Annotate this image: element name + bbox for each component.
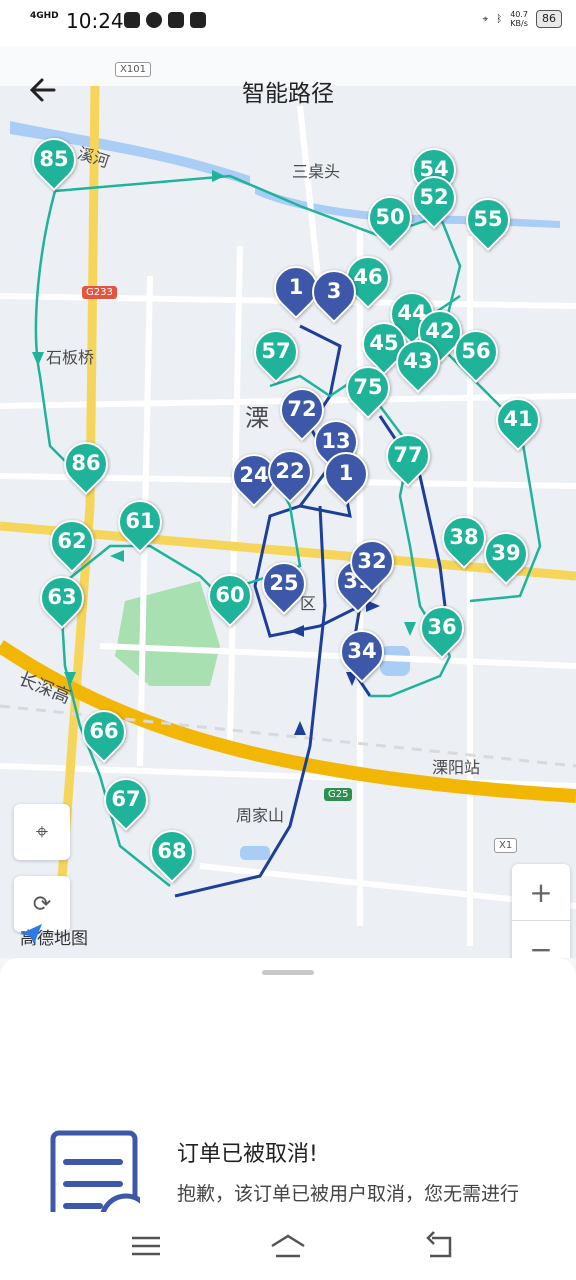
marker-number: 72 bbox=[287, 397, 317, 421]
stop-marker[interactable]: 75 bbox=[336, 356, 400, 420]
marker-number: 43 bbox=[403, 349, 433, 373]
provider-logo-icon bbox=[20, 924, 42, 944]
crosshair-icon: ⌖ bbox=[35, 819, 49, 845]
order-sheet: 订单已被取消! 抱歉，该订单已被用户取消，您无需进行配送 bbox=[0, 958, 576, 1220]
marker-number: 13 bbox=[321, 429, 351, 453]
zoom-in-button[interactable]: + bbox=[512, 864, 570, 921]
road-badge-g233: G233 bbox=[82, 286, 117, 299]
location-icon: ⌖ bbox=[482, 13, 489, 25]
bluetooth-icon: ᛒ bbox=[496, 13, 503, 25]
marker-number: 34 bbox=[347, 639, 377, 663]
battery-indicator: 86 bbox=[536, 10, 562, 28]
map-label-shibanqiao: 石板桥 bbox=[46, 348, 95, 367]
marker-number: 1 bbox=[338, 461, 354, 485]
map-label-li: 溧 bbox=[245, 404, 269, 432]
marker-number: 62 bbox=[57, 529, 87, 553]
pickup-marker[interactable]: 1 bbox=[314, 442, 378, 506]
stop-marker[interactable]: 62 bbox=[40, 510, 104, 574]
stop-marker[interactable]: 36 bbox=[410, 596, 474, 660]
marker-number: 32 bbox=[357, 549, 387, 573]
network-indicator: 4GHD bbox=[30, 11, 59, 21]
map-provider-logo: 高德地图 bbox=[20, 924, 88, 949]
road-badge-x1: X1 bbox=[494, 838, 518, 853]
play-icon bbox=[168, 12, 184, 28]
road-badge-g25: G25 bbox=[324, 788, 353, 801]
back-nav-icon[interactable] bbox=[420, 1230, 460, 1262]
marker-number: 61 bbox=[125, 509, 155, 533]
stop-marker[interactable]: 41 bbox=[486, 388, 550, 452]
pickup-marker[interactable]: 3 bbox=[302, 260, 366, 324]
locate-button[interactable]: ⌖ bbox=[14, 804, 70, 860]
marker-number: 39 bbox=[491, 541, 521, 565]
stop-marker[interactable]: 39 bbox=[474, 522, 538, 586]
marker-number: 56 bbox=[461, 339, 491, 363]
video-icon bbox=[124, 12, 140, 28]
zoom-out-button[interactable]: − bbox=[512, 921, 570, 959]
sheet-handle[interactable] bbox=[262, 970, 314, 975]
notification-icons bbox=[124, 12, 206, 28]
marker-number: 77 bbox=[393, 443, 423, 467]
marker-number: 67 bbox=[111, 787, 141, 811]
clock: 10:24 bbox=[66, 9, 124, 33]
menu-icon[interactable] bbox=[126, 1230, 166, 1262]
stop-marker[interactable]: 85 bbox=[22, 128, 86, 192]
cancelled-document-icon bbox=[50, 1130, 140, 1220]
marker-number: 3 bbox=[326, 279, 342, 303]
cancel-title: 订单已被取消! bbox=[177, 1142, 318, 1167]
stop-marker[interactable]: 77 bbox=[376, 424, 440, 488]
stop-marker[interactable]: 57 bbox=[244, 320, 308, 384]
stop-marker[interactable]: 56 bbox=[444, 320, 508, 384]
marker-number: 41 bbox=[503, 407, 533, 431]
marker-number: 22 bbox=[275, 459, 305, 483]
stop-marker[interactable]: 52 bbox=[402, 166, 466, 230]
refresh-icon: ⟳ bbox=[32, 891, 52, 917]
marker-number: 38 bbox=[449, 525, 479, 549]
marker-number: 52 bbox=[419, 185, 449, 209]
stop-marker[interactable]: 63 bbox=[30, 566, 94, 630]
zoom-control: + − bbox=[512, 864, 570, 958]
marker-number: 36 bbox=[427, 615, 457, 639]
map-label-liyang-station: 溧阳站 bbox=[432, 758, 481, 777]
stop-marker[interactable]: 60 bbox=[198, 564, 262, 628]
network-speed: 40.7 bbox=[510, 10, 528, 19]
compass-icon bbox=[146, 12, 162, 28]
stop-marker[interactable]: 55 bbox=[456, 188, 520, 252]
status-bar: 4GHD 10:24 ⌖ ᛒ 40.7 KB/s 86 bbox=[0, 0, 576, 46]
stop-marker[interactable]: 38 bbox=[432, 506, 496, 570]
system-nav-bar bbox=[0, 1212, 576, 1280]
home-icon[interactable] bbox=[268, 1230, 308, 1262]
marker-number: 57 bbox=[261, 339, 291, 363]
stop-marker[interactable]: 43 bbox=[386, 330, 450, 394]
pickup-marker[interactable]: 32 bbox=[340, 530, 404, 594]
stop-marker[interactable]: 50 bbox=[358, 186, 422, 250]
pickup-marker[interactable]: 25 bbox=[252, 552, 316, 616]
map-label-zhoujiashan: 周家山 bbox=[236, 806, 285, 825]
page-title: 智能路径 bbox=[242, 81, 334, 107]
stop-marker[interactable]: 67 bbox=[94, 768, 158, 832]
stop-marker[interactable]: 86 bbox=[54, 432, 118, 496]
marker-number: 75 bbox=[353, 375, 383, 399]
marker-number: 85 bbox=[39, 147, 69, 171]
pickup-marker[interactable]: 22 bbox=[258, 440, 322, 504]
book-icon bbox=[190, 12, 206, 28]
marker-number: 66 bbox=[89, 719, 119, 743]
pickup-marker[interactable]: 34 bbox=[330, 620, 394, 684]
marker-number: 86 bbox=[71, 451, 101, 475]
network-speed-unit: KB/s bbox=[510, 19, 528, 28]
stop-marker[interactable]: 68 bbox=[140, 820, 204, 884]
marker-number: 63 bbox=[47, 585, 77, 609]
marker-number: 25 bbox=[269, 571, 299, 595]
marker-number: 55 bbox=[473, 207, 503, 231]
marker-number: 68 bbox=[157, 839, 187, 863]
marker-number: 50 bbox=[375, 205, 405, 229]
stop-marker[interactable]: 66 bbox=[72, 700, 136, 764]
marker-number: 60 bbox=[215, 583, 245, 607]
stop-marker[interactable]: 61 bbox=[108, 490, 172, 554]
map-label-sanzhuotou: 三桌头 bbox=[292, 162, 341, 181]
